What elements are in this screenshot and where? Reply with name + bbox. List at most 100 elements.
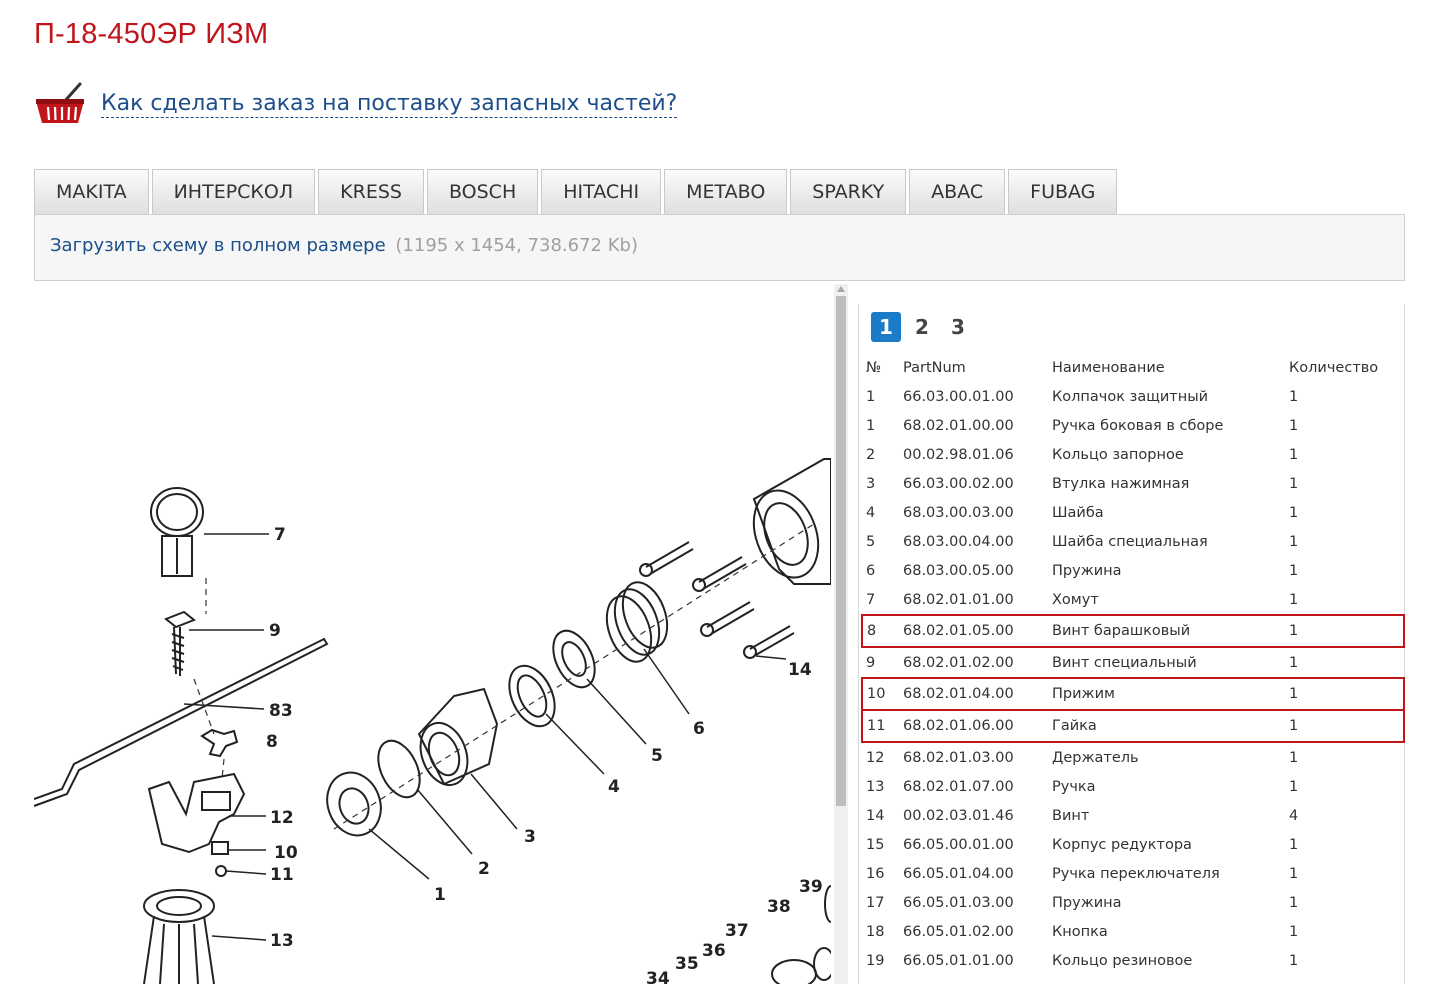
cell-name: Держатель <box>1052 749 1139 766</box>
table-row[interactable]: 1 66.03.00.01.00 Колпачок защитный 1 <box>862 382 1404 411</box>
table-row[interactable]: 14 00.02.03.01.46 Винт 4 <box>862 801 1404 830</box>
cell-partnum: 68.02.01.05.00 <box>903 614 1052 648</box>
tab-sparky[interactable]: SPARKY <box>790 169 907 215</box>
diagram-label: 9 <box>269 621 281 641</box>
cell-partnum: 66.05.01.03.00 <box>903 894 1014 911</box>
diagram-label: 6 <box>693 719 705 739</box>
col-header-partnum: PartNum <box>903 360 966 376</box>
tab-metabo[interactable]: METABO <box>664 169 788 215</box>
cell-name: Кольцо запорное <box>1052 446 1184 463</box>
cell-name: Прижим <box>1052 677 1289 711</box>
cell-partnum: 68.02.01.02.00 <box>903 654 1014 671</box>
cell-partnum: 66.03.00.02.00 <box>903 475 1014 492</box>
order-info-row: Как сделать заказ на поставку запасных ч… <box>34 82 678 126</box>
table-row[interactable]: 9 68.02.01.02.00 Винт специальный 1 <box>862 647 1404 678</box>
cell-name: Ручка боковая в сборе <box>1052 417 1224 434</box>
diagram-label: 5 <box>651 746 663 766</box>
parts-panel: 1 2 3 № PartNum Наименование Количество … <box>858 304 1405 984</box>
table-row[interactable]: 1 68.02.01.00.00 Ручка боковая в сборе 1 <box>862 411 1404 440</box>
page-3-button[interactable]: 3 <box>943 312 973 342</box>
col-header-name: Наименование <box>1052 360 1165 376</box>
cell-partnum: 68.02.01.03.00 <box>903 749 1014 766</box>
scroll-up-arrow-icon[interactable] <box>837 286 845 292</box>
page-2-button[interactable]: 2 <box>907 312 937 342</box>
diagram-label: 37 <box>725 921 749 941</box>
col-header-quantity: Количество <box>1289 360 1379 376</box>
cell-quantity: 1 <box>1289 865 1299 882</box>
tab-makita[interactable]: MAKITA <box>34 169 149 215</box>
cell-quantity: 1 <box>1289 533 1299 550</box>
cell-partnum: 00.02.03.01.46 <box>903 807 1014 824</box>
tab-bosch[interactable]: BOSCH <box>426 169 539 215</box>
cell-number: 1 <box>866 417 876 434</box>
cell-number: 17 <box>866 894 885 911</box>
cell-partnum: 66.05.01.02.00 <box>903 923 1014 940</box>
cell-number: 4 <box>866 504 876 521</box>
brand-tabs: MAKITA ИНТЕРСКОЛ KRESS BOSCH HITACHI MET… <box>34 169 1120 215</box>
diagram-label: 34 <box>646 969 670 984</box>
table-row[interactable]: 2 00.02.98.01.06 Кольцо запорное 1 <box>862 440 1404 469</box>
cell-partnum: 68.03.00.03.00 <box>903 504 1014 521</box>
cell-quantity: 1 <box>1289 923 1299 940</box>
table-row[interactable]: 15 66.05.00.01.00 Корпус редуктора 1 <box>862 830 1404 859</box>
cell-number: 3 <box>866 475 876 492</box>
cell-number: 6 <box>866 562 876 579</box>
cell-partnum: 66.03.00.01.00 <box>903 388 1014 405</box>
order-instructions-link[interactable]: Как сделать заказ на поставку запасных ч… <box>101 91 678 118</box>
cell-partnum: 68.03.00.04.00 <box>903 533 1014 550</box>
table-row[interactable]: 17 66.05.01.03.00 Пружина 1 <box>862 888 1404 917</box>
table-row-highlighted[interactable]: 11 68.02.01.06.00 Гайка 1 <box>861 709 1405 743</box>
cell-number: 2 <box>866 446 876 463</box>
cell-name: Гайка <box>1052 709 1289 743</box>
shopping-basket-icon[interactable] <box>34 82 86 126</box>
table-row-highlighted[interactable]: 10 68.02.01.04.00 Прижим 1 <box>861 677 1405 711</box>
cell-partnum: 68.02.01.06.00 <box>903 709 1052 743</box>
cell-name: Кнопка <box>1052 923 1108 940</box>
cell-name: Хомут <box>1052 591 1099 608</box>
table-row[interactable]: 7 68.02.01.01.00 Хомут 1 <box>862 585 1404 615</box>
table-row[interactable]: 19 66.05.01.01.00 Кольцо резиновое 1 <box>862 946 1404 975</box>
tab-hitachi[interactable]: HITACHI <box>541 169 662 215</box>
tab-interskol[interactable]: ИНТЕРСКОЛ <box>151 169 316 215</box>
cell-name: Корпус редуктора <box>1052 836 1192 853</box>
download-bar: Загрузить схему в полном размере (1195 x… <box>34 214 1405 281</box>
table-row[interactable]: 4 68.03.00.03.00 Шайба 1 <box>862 498 1404 527</box>
cell-name: Пружина <box>1052 894 1122 911</box>
cell-number: 5 <box>866 533 876 550</box>
cell-number: 9 <box>866 654 876 671</box>
cell-number: 19 <box>866 952 885 969</box>
table-row[interactable]: 13 68.02.01.07.00 Ручка 1 <box>862 772 1404 801</box>
cell-number: 13 <box>866 778 885 795</box>
table-row[interactable]: 12 68.02.01.03.00 Держатель 1 <box>862 742 1404 772</box>
cell-quantity: 1 <box>1289 446 1299 463</box>
table-row[interactable]: 6 68.03.00.05.00 Пружина 1 <box>862 556 1404 585</box>
diagram-scrollbar[interactable] <box>834 284 848 984</box>
table-row[interactable]: 18 66.05.01.02.00 Кнопка 1 <box>862 917 1404 946</box>
exploded-parts-diagram: 7 9 83 8 12 10 11 13 1 2 3 4 5 6 14 39 3… <box>34 284 831 984</box>
diagram-label: 39 <box>799 877 823 897</box>
cell-name: Колпачок защитный <box>1052 388 1209 405</box>
cell-quantity: 1 <box>1289 952 1299 969</box>
tab-abac[interactable]: ABAC <box>909 169 1006 215</box>
cell-name: Винт барашковый <box>1052 614 1289 648</box>
tab-fubag[interactable]: FUBAG <box>1008 169 1118 215</box>
col-header-number: № <box>866 360 882 376</box>
table-row[interactable]: 16 66.05.01.04.00 Ручка переключателя 1 <box>862 859 1404 888</box>
scrollbar-thumb[interactable] <box>836 296 846 806</box>
diagram-label: 4 <box>608 777 620 797</box>
cell-number: 11 <box>861 709 903 743</box>
tab-kress[interactable]: KRESS <box>318 169 424 215</box>
download-full-scheme-link[interactable]: Загрузить схему в полном размере <box>50 235 386 256</box>
diagram-label: 2 <box>478 859 490 879</box>
page-1-button[interactable]: 1 <box>871 312 901 342</box>
table-row-highlighted[interactable]: 8 68.02.01.05.00 Винт барашковый 1 <box>861 614 1405 648</box>
cell-quantity: 1 <box>1289 654 1299 671</box>
cell-number: 16 <box>866 865 885 882</box>
cell-partnum: 66.05.01.01.00 <box>903 952 1014 969</box>
cell-partnum: 68.02.01.07.00 <box>903 778 1014 795</box>
cell-quantity: 1 <box>1289 778 1299 795</box>
cell-quantity: 1 <box>1289 677 1405 711</box>
cell-partnum: 68.03.00.05.00 <box>903 562 1014 579</box>
table-row[interactable]: 5 68.03.00.04.00 Шайба специальная 1 <box>862 527 1404 556</box>
table-row[interactable]: 3 66.03.00.02.00 Втулка нажимная 1 <box>862 469 1404 498</box>
